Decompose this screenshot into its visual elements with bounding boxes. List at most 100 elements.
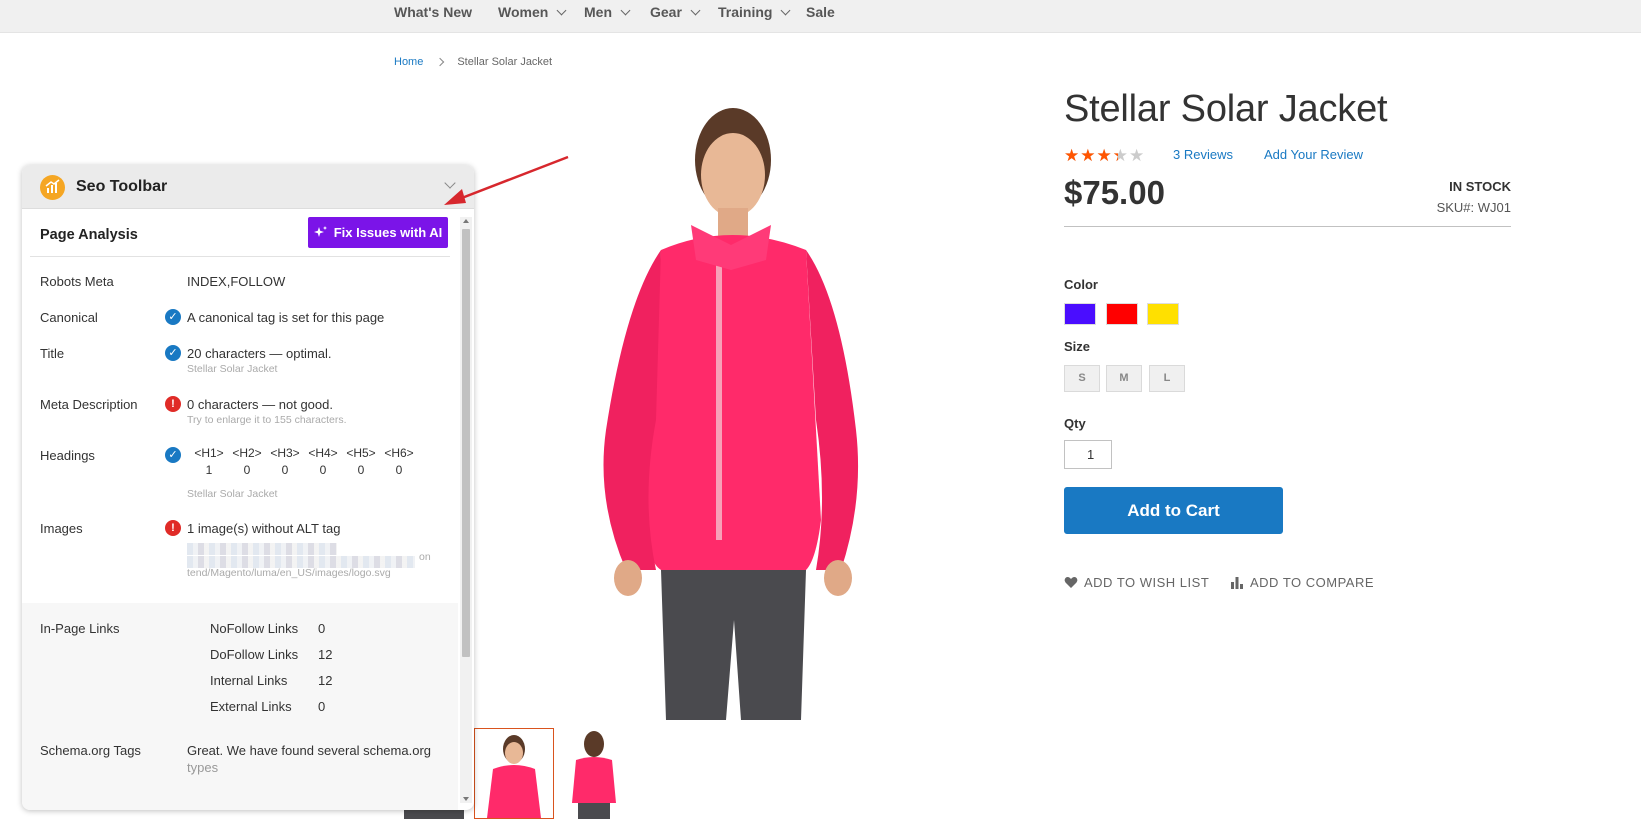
add-to-compare-link[interactable]: ADD TO COMPARE xyxy=(1230,575,1374,590)
nav-label: Men xyxy=(584,4,612,20)
links-label: In-Page Links xyxy=(40,621,120,636)
breadcrumb-home[interactable]: Home xyxy=(394,56,423,68)
chevron-down-icon xyxy=(781,5,791,15)
compare-label: ADD TO COMPARE xyxy=(1250,575,1375,590)
wishlist-label: ADD TO WISH LIST xyxy=(1084,575,1210,590)
nav-women[interactable]: Women xyxy=(498,4,567,20)
size-label: Size xyxy=(1064,339,1091,354)
stock-status: IN STOCK xyxy=(1449,179,1511,194)
scrollbar-thumb[interactable] xyxy=(462,229,470,657)
qty-label: Qty xyxy=(1064,416,1086,431)
rating-stars: ★★★★★ ★★★★★ xyxy=(1064,146,1145,166)
color-swatch-yellow[interactable] xyxy=(1147,303,1179,325)
color-swatch-red[interactable] xyxy=(1106,303,1138,325)
headings-table: <H1> 1 <H2> 0 <H3> 0 <H4> 0 <H5> 0 <H6> 0 xyxy=(190,446,418,480)
compare-chart-icon xyxy=(1231,577,1243,589)
seo-logo-icon xyxy=(40,175,65,200)
thumbnail-image-active[interactable] xyxy=(474,728,554,819)
check-icon: ✓ xyxy=(165,345,181,361)
reviews-link[interactable]: 3 Reviews xyxy=(1173,147,1233,162)
nav-men[interactable]: Men xyxy=(584,4,631,20)
canonical-value: A canonical tag is set for this page xyxy=(187,310,385,325)
error-icon: ! xyxy=(165,396,181,412)
heading-col-h6: <H6> 0 xyxy=(384,446,414,477)
dofollow-links-label: DoFollow Links xyxy=(210,647,299,662)
internal-links-value: 12 xyxy=(318,673,333,688)
product-price: $75.00 xyxy=(1064,174,1165,211)
size-option-l[interactable]: L xyxy=(1149,365,1185,392)
color-label: Color xyxy=(1064,277,1098,292)
heading-col-h5: <H5> 0 xyxy=(346,446,376,477)
seo-scrollbar[interactable] xyxy=(460,217,472,803)
canonical-label: Canonical xyxy=(40,310,98,325)
nav-training[interactable]: Training xyxy=(718,4,791,20)
seo-toolbar-panel: Seo Toolbar Page Analysis Fix Issues wit… xyxy=(22,165,474,810)
product-rating: ★★★★★ ★★★★★ xyxy=(1064,146,1145,166)
breadcrumb: Home Stellar Solar Jacket xyxy=(394,56,552,68)
chevron-down-icon xyxy=(620,5,631,15)
blurred-url xyxy=(187,543,337,555)
robots-meta-label: Robots Meta xyxy=(40,274,114,289)
heading-col-h2: <H2> 0 xyxy=(232,446,262,477)
images-value: 1 image(s) without ALT tag xyxy=(187,521,341,536)
title-value: 20 characters — optimal. xyxy=(187,346,332,361)
robots-meta-value: INDEX,FOLLOW xyxy=(187,274,286,289)
internal-links-label: Internal Links xyxy=(210,673,288,688)
fix-issues-ai-button[interactable]: Fix Issues with AI xyxy=(308,217,448,248)
scroll-down-icon[interactable] xyxy=(463,797,469,801)
seo-toolbar-body: Page Analysis Fix Issues with AI Robots … xyxy=(22,209,458,810)
schema-value-cont: types xyxy=(187,760,219,775)
heading-col-h1: <H1> 1 xyxy=(194,446,224,477)
nav-label: Sale xyxy=(806,4,835,20)
breadcrumb-current: Stellar Solar Jacket xyxy=(457,56,553,68)
nav-whats-new[interactable]: What's New xyxy=(394,4,472,20)
title-sub: Stellar Solar Jacket xyxy=(187,363,278,375)
schema-value: Great. We have found several schema.org xyxy=(187,743,431,758)
add-to-cart-button[interactable]: Add to Cart xyxy=(1064,487,1283,534)
chevron-down-icon xyxy=(556,5,567,15)
top-navigation: What's New Women Men Gear Training Sale xyxy=(0,0,1641,33)
add-review-link[interactable]: Add Your Review xyxy=(1264,147,1363,162)
links-section: In-Page Links NoFollow Links 0 DoFollow … xyxy=(22,603,458,810)
nav-label: Gear xyxy=(650,4,682,20)
chevron-down-icon xyxy=(690,5,701,15)
nav-label: Women xyxy=(498,4,549,20)
nav-gear[interactable]: Gear xyxy=(650,4,701,20)
fix-button-label: Fix Issues with AI xyxy=(333,225,443,240)
check-icon: ✓ xyxy=(165,447,181,463)
headings-label: Headings xyxy=(40,448,95,463)
meta-description-sub: Try to enlarge it to 155 characters. xyxy=(187,414,347,426)
images-sub-tail: on xyxy=(419,551,431,563)
seo-toolbar-header[interactable]: Seo Toolbar xyxy=(22,165,474,209)
meta-description-value: 0 characters — not good. xyxy=(187,397,333,412)
scroll-up-icon[interactable] xyxy=(463,219,469,223)
color-swatch-blue[interactable] xyxy=(1064,303,1096,325)
nofollow-links-label: NoFollow Links xyxy=(210,621,299,636)
divider xyxy=(30,256,450,257)
external-links-label: External Links xyxy=(210,699,292,714)
qty-input[interactable]: 1 xyxy=(1064,440,1112,469)
title-label: Title xyxy=(40,346,65,361)
meta-description-label: Meta Description xyxy=(40,397,138,412)
dofollow-links-value: 12 xyxy=(318,647,333,662)
heading-col-h4: <H4> 0 xyxy=(308,446,338,477)
thumbnail-image[interactable] xyxy=(554,728,634,819)
seo-toolbar-title: Seo Toolbar xyxy=(76,178,168,195)
schema-label: Schema.org Tags xyxy=(40,743,141,758)
size-option-s[interactable]: S xyxy=(1064,365,1100,392)
product-title: Stellar Solar Jacket xyxy=(1064,88,1388,130)
product-main-image[interactable] xyxy=(566,100,866,720)
error-icon: ! xyxy=(165,520,181,536)
size-option-m[interactable]: M xyxy=(1106,365,1142,392)
page-analysis-title: Page Analysis xyxy=(40,227,138,243)
headings-sub: Stellar Solar Jacket xyxy=(187,488,278,500)
nav-label: What's New xyxy=(394,4,473,20)
external-links-value: 0 xyxy=(318,699,326,714)
check-icon: ✓ xyxy=(165,309,181,325)
images-label: Images xyxy=(40,521,83,536)
nav-sale[interactable]: Sale xyxy=(806,4,835,20)
divider xyxy=(1064,226,1511,227)
annotation-arrow-icon xyxy=(444,155,569,205)
add-to-wishlist-link[interactable]: ADD TO WISH LIST xyxy=(1064,575,1209,590)
heart-icon xyxy=(1064,577,1078,588)
